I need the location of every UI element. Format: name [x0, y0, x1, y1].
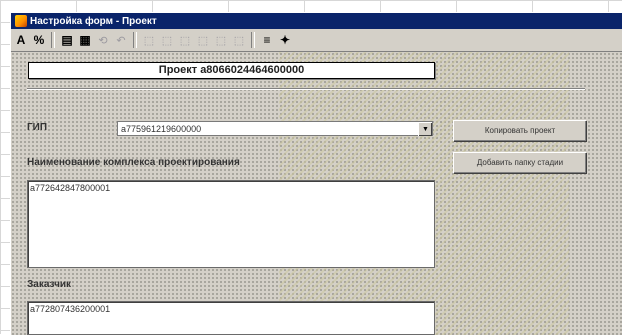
align-top-icon[interactable]: ⬚ [195, 32, 211, 48]
chevron-down-icon[interactable]: ▼ [418, 122, 432, 136]
app-icon [15, 15, 27, 27]
project-header-field[interactable]: Проект a8066024464600000 [28, 62, 435, 79]
form-settings-window: Настройка форм - Проект A% ▤ ▦ ⟲ ↶ ⬚ ⬚ ⬚ ⬚ ⬚ ⬚ ≡ ✦ П… [10, 12, 622, 335]
properties-icon[interactable]: ≡ [259, 32, 275, 48]
table-icon[interactable]: ▤ [59, 32, 75, 48]
complex-name-value: a772642847800001 [30, 183, 111, 193]
window-title: Настройка форм - Проект [30, 15, 157, 27]
toolbar-separator [133, 32, 137, 48]
align-right-icon[interactable]: ⬚ [177, 32, 193, 48]
customer-label: Заказчик [27, 279, 72, 290]
align-left-icon[interactable]: ⬚ [141, 32, 157, 48]
add-stage-folder-button[interactable]: Добавить папку стадии [453, 152, 586, 173]
redo-icon[interactable]: ↶ [113, 32, 129, 48]
complex-name-field[interactable]: a772642847800001 [27, 180, 435, 268]
copy-project-button[interactable]: Копировать проект [453, 120, 586, 141]
divider [27, 88, 585, 90]
settings-icon[interactable]: ✦ [277, 32, 293, 48]
form-canvas: Проект a8066024464600000 ГИП a7759612196… [11, 52, 622, 335]
percent-icon[interactable]: % [31, 32, 47, 48]
grid-icon[interactable]: ▦ [77, 32, 93, 48]
complex-name-label: Наименование комплекса проектирования [27, 157, 240, 168]
size-icon[interactable]: ⬚ [231, 32, 247, 48]
gip-combobox[interactable]: a775961219600000 ▼ [117, 121, 433, 136]
align-center-icon[interactable]: ⬚ [159, 32, 175, 48]
undo-icon[interactable]: ⟲ [95, 32, 111, 48]
gip-label: ГИП [27, 122, 48, 133]
toolbar: A% ▤ ▦ ⟲ ↶ ⬚ ⬚ ⬚ ⬚ ⬚ ⬚ ≡ ✦ [11, 29, 622, 52]
customer-value: a772807436200001 [30, 304, 111, 314]
customer-field[interactable]: a772807436200001 [27, 301, 435, 335]
toolbar-separator [251, 32, 255, 48]
title-bar: Настройка форм - Проект [11, 13, 622, 29]
align-bottom-icon[interactable]: ⬚ [213, 32, 229, 48]
font-icon[interactable]: A [13, 32, 29, 48]
toolbar-separator [51, 32, 55, 48]
gip-combobox-value: a775961219600000 [121, 124, 202, 134]
